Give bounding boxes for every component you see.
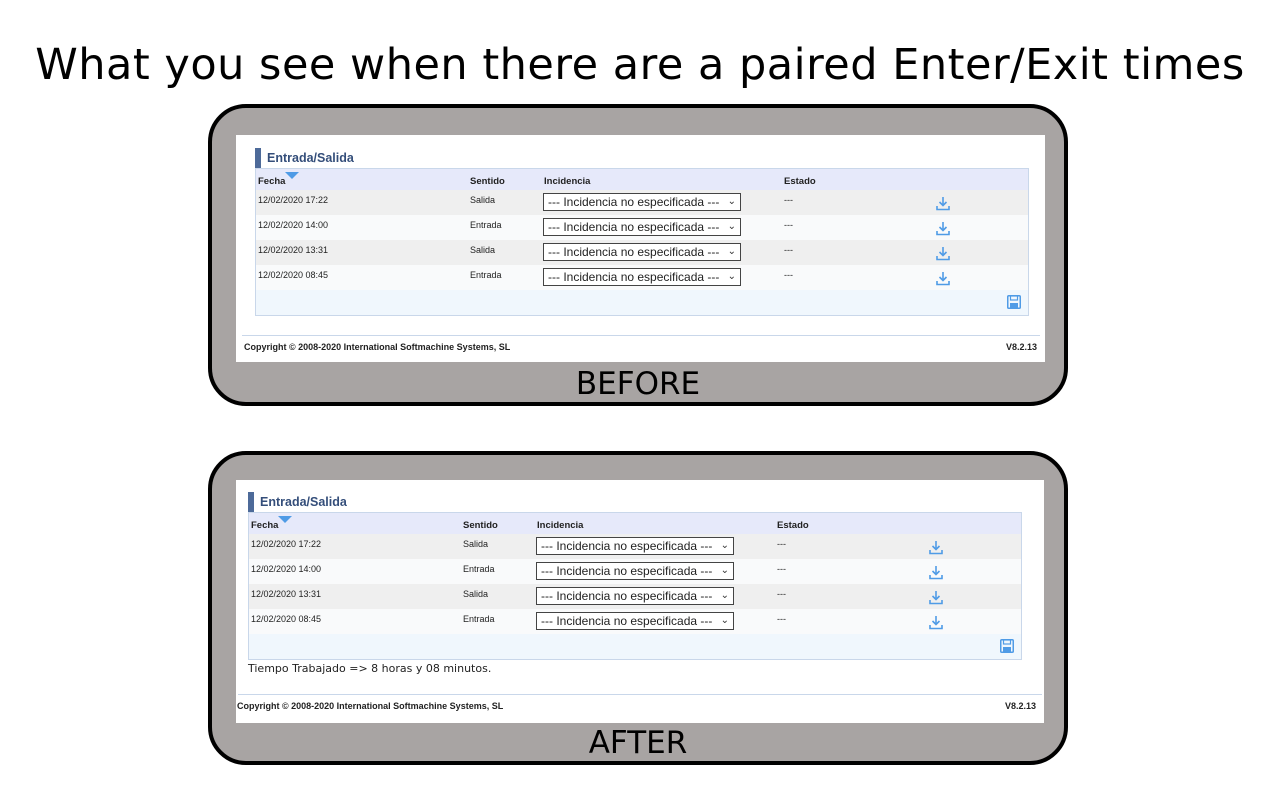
download-icon[interactable] <box>936 271 950 286</box>
incidencia-select-value: --- Incidencia no especificada --- <box>548 270 720 284</box>
download-icon[interactable] <box>936 246 950 261</box>
section-title: Entrada/Salida <box>255 148 354 168</box>
cell-fecha: 12/02/2020 08:45 <box>258 270 329 280</box>
after-screen: Entrada/Salida Fecha Sentido Incidencia … <box>236 480 1044 723</box>
col-header-fecha[interactable]: Fecha <box>251 520 278 531</box>
before-screen: Entrada/Salida Fecha Sentido Incidencia … <box>236 135 1045 362</box>
entries-grid: Fecha Sentido Incidencia Estado 12/02/20… <box>248 512 1022 660</box>
footer-divider <box>238 694 1042 695</box>
table-row: 12/02/2020 13:31 Salida --- Incidencia no … <box>249 584 1021 609</box>
cell-sentido: Salida <box>470 195 496 205</box>
footer-divider <box>242 335 1040 336</box>
chevron-down-icon: ⌄ <box>727 196 736 207</box>
chevron-down-icon: ⌄ <box>720 590 729 601</box>
download-icon[interactable] <box>936 196 950 211</box>
table-row: 12/02/2020 17:22 Salida --- Incidencia no … <box>256 190 1028 215</box>
cell-estado: --- <box>784 270 793 280</box>
version-text: V8.2.13 <box>1005 342 1037 352</box>
cell-sentido: Entrada <box>470 220 502 230</box>
save-icon[interactable] <box>1000 639 1014 653</box>
incidencia-select[interactable]: --- Incidencia no especificada --- ⌄ <box>543 218 741 236</box>
cell-fecha: 12/02/2020 08:45 <box>251 614 322 624</box>
incidencia-select[interactable]: --- Incidencia no especificada --- ⌄ <box>543 268 741 286</box>
grid-footer <box>249 634 1021 659</box>
incidencia-select[interactable]: --- Incidencia no especificada --- ⌄ <box>536 612 734 630</box>
incidencia-select-value: --- Incidencia no especificada --- <box>548 220 720 234</box>
download-icon[interactable] <box>929 565 943 580</box>
sort-desc-icon[interactable] <box>285 172 299 179</box>
download-icon[interactable] <box>929 615 943 630</box>
grid-footer <box>256 290 1028 315</box>
incidencia-select[interactable]: --- Incidencia no especificada --- ⌄ <box>543 193 741 211</box>
grid-header: Fecha Sentido Incidencia Estado <box>249 513 1021 534</box>
sort-desc-icon[interactable] <box>278 516 292 523</box>
incidencia-select-value: --- Incidencia no especificada --- <box>541 589 713 603</box>
col-header-incidencia[interactable]: Incidencia <box>544 176 590 187</box>
col-header-fecha[interactable]: Fecha <box>258 176 285 187</box>
table-row: 12/02/2020 14:00 Entrada --- Incidencia no… <box>256 215 1028 240</box>
cell-estado: --- <box>777 564 786 574</box>
incidencia-select[interactable]: --- Incidencia no especificada --- ⌄ <box>536 562 734 580</box>
col-header-estado[interactable]: Estado <box>777 520 809 531</box>
cell-sentido: Entrada <box>463 614 495 624</box>
chevron-down-icon: ⌄ <box>727 271 736 282</box>
cell-fecha: 12/02/2020 17:22 <box>251 539 322 549</box>
table-row: 12/02/2020 14:00 Entrada --- Incidencia no… <box>249 559 1021 584</box>
chevron-down-icon: ⌄ <box>727 221 736 232</box>
copyright-text: Copyright © 2008-2020 International Soft… <box>244 342 511 352</box>
cell-estado: --- <box>777 614 786 624</box>
after-label: AFTER <box>588 725 688 761</box>
section-title: Entrada/Salida <box>248 492 347 512</box>
copyright-text: Copyright © 2008-2020 International Soft… <box>237 701 504 711</box>
incidencia-select-value: --- Incidencia no especificada --- <box>541 614 713 628</box>
col-header-incidencia[interactable]: Incidencia <box>537 520 583 531</box>
table-row: 12/02/2020 08:45 Entrada --- Incidencia no… <box>249 609 1021 634</box>
save-icon[interactable] <box>1007 295 1021 309</box>
worked-time-text: Tiempo Trabajado => 8 horas y 08 minutos… <box>248 662 492 675</box>
cell-estado: --- <box>777 539 786 549</box>
incidencia-select-value: --- Incidencia no especificada --- <box>541 564 713 578</box>
cell-sentido: Salida <box>470 245 496 255</box>
cell-fecha: 12/02/2020 14:00 <box>251 564 322 574</box>
download-icon[interactable] <box>936 221 950 236</box>
before-frame: Entrada/Salida Fecha Sentido Incidencia … <box>208 104 1068 406</box>
incidencia-select-value: --- Incidencia no especificada --- <box>541 539 713 553</box>
grid-header: Fecha Sentido Incidencia Estado <box>256 169 1028 190</box>
entries-grid: Fecha Sentido Incidencia Estado 12/02/20… <box>255 168 1029 316</box>
col-header-estado[interactable]: Estado <box>784 176 816 187</box>
cell-estado: --- <box>784 245 793 255</box>
cell-sentido: Salida <box>463 589 489 599</box>
incidencia-select-value: --- Incidencia no especificada --- <box>548 245 720 259</box>
cell-estado: --- <box>784 195 793 205</box>
cell-fecha: 12/02/2020 13:31 <box>251 589 322 599</box>
chevron-down-icon: ⌄ <box>720 540 729 551</box>
version-text: V8.2.13 <box>1004 701 1036 711</box>
cell-sentido: Salida <box>463 539 489 549</box>
chevron-down-icon: ⌄ <box>720 615 729 626</box>
after-frame: Entrada/Salida Fecha Sentido Incidencia … <box>208 451 1068 765</box>
incidencia-select-value: --- Incidencia no especificada --- <box>548 195 720 209</box>
headline: What you see when there are a paired Ent… <box>35 40 1245 90</box>
incidencia-select[interactable]: --- Incidencia no especificada --- ⌄ <box>543 243 741 261</box>
cell-estado: --- <box>777 589 786 599</box>
before-label: BEFORE <box>575 366 701 402</box>
col-header-sentido[interactable]: Sentido <box>463 520 498 531</box>
table-row: 12/02/2020 13:31 Salida --- Incidencia no … <box>256 240 1028 265</box>
chevron-down-icon: ⌄ <box>727 246 736 257</box>
cell-fecha: 12/02/2020 13:31 <box>258 245 329 255</box>
cell-sentido: Entrada <box>470 270 502 280</box>
table-row: 12/02/2020 17:22 Salida --- Incidencia no … <box>249 534 1021 559</box>
col-header-sentido[interactable]: Sentido <box>470 176 505 187</box>
table-row: 12/02/2020 08:45 Entrada --- Incidencia no… <box>256 265 1028 290</box>
cell-fecha: 12/02/2020 14:00 <box>258 220 329 230</box>
download-icon[interactable] <box>929 590 943 605</box>
chevron-down-icon: ⌄ <box>720 565 729 576</box>
cell-sentido: Entrada <box>463 564 495 574</box>
cell-fecha: 12/02/2020 17:22 <box>258 195 329 205</box>
incidencia-select[interactable]: --- Incidencia no especificada --- ⌄ <box>536 537 734 555</box>
cell-estado: --- <box>784 220 793 230</box>
download-icon[interactable] <box>929 540 943 555</box>
incidencia-select[interactable]: --- Incidencia no especificada --- ⌄ <box>536 587 734 605</box>
